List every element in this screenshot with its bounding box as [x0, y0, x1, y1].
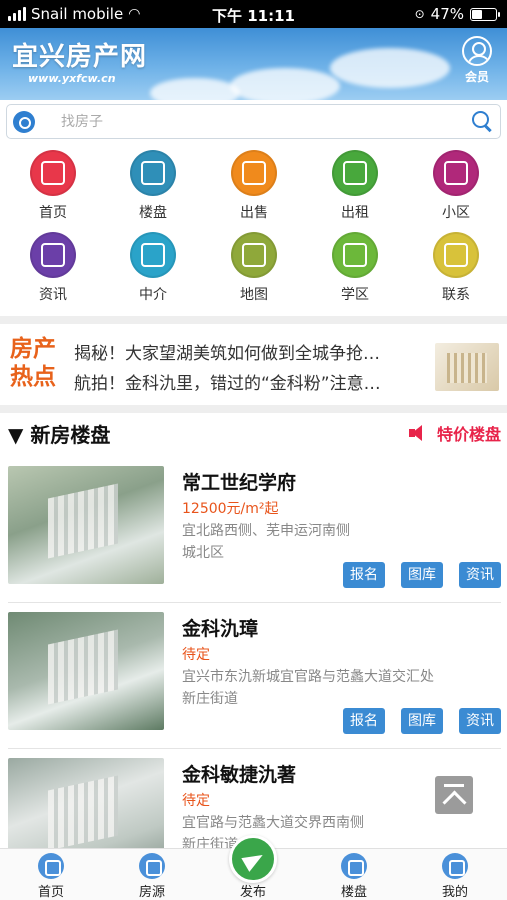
headline-link[interactable]: 揭秘！大家望湖美筑如何做到全城争抢…	[74, 339, 426, 364]
gallery-button[interactable]: 图库	[401, 708, 443, 734]
category-label: 出租	[341, 205, 369, 221]
tab-home[interactable]: 首页	[11, 853, 91, 900]
tab-label: 房源	[138, 885, 165, 900]
listing-actions: 报名图库资讯	[343, 708, 501, 734]
site-url: www.yxfcw.cn	[28, 72, 116, 85]
listing-address: 宜兴市东氿新城宜官路与范蠡大道交汇处	[182, 669, 434, 685]
divider	[8, 748, 501, 749]
divider	[0, 405, 507, 413]
category-10[interactable]: 联系	[416, 232, 496, 304]
building-icon	[130, 150, 176, 196]
category-1[interactable]: 首页	[13, 150, 93, 222]
listing-name[interactable]: 金科氿璋	[182, 614, 258, 641]
community-icon	[433, 150, 479, 196]
hot-news-tag: 房产热点	[10, 336, 56, 390]
listing-photo[interactable]	[8, 612, 164, 730]
tab-buildings[interactable]: 楼盘	[314, 853, 394, 900]
category-2[interactable]: 楼盘	[113, 150, 193, 222]
search-icon[interactable]	[472, 111, 492, 131]
category-label: 中介	[139, 287, 167, 303]
divider	[8, 602, 501, 603]
listing-actions: 报名图库资讯	[343, 562, 501, 588]
school-icon	[332, 232, 378, 278]
category-7[interactable]: 中介	[113, 232, 193, 304]
category-9[interactable]: 学区	[315, 232, 395, 304]
category-label: 出售	[240, 205, 268, 221]
news-button[interactable]: 资讯	[459, 708, 501, 734]
listing-district: 城北区	[182, 545, 224, 561]
hot-news: 房产热点 揭秘！大家望湖美筑如何做到全城争抢… 航拍！金科氿里，错过的“金科粉”…	[0, 325, 507, 405]
site-logo[interactable]: 宜兴房产网	[12, 36, 147, 73]
publish-label: 发布	[239, 885, 266, 900]
listing-address: 宜官路与范蠡大道交界西南侧	[182, 815, 364, 831]
category-5[interactable]: 小区	[416, 150, 496, 222]
news-button[interactable]: 资讯	[459, 562, 501, 588]
map-pin-icon	[231, 232, 277, 278]
listing-name[interactable]: 常工世纪学府	[182, 468, 296, 495]
tie-icon	[130, 232, 176, 278]
speaker-icon	[408, 425, 423, 441]
book-icon	[30, 232, 76, 278]
listing-price: 12500元/m²起	[182, 501, 279, 517]
orientation-lock-icon: ⊙	[414, 7, 425, 21]
search-bar	[6, 104, 501, 139]
profile-icon	[442, 853, 468, 879]
listing-district: 新庄街道	[182, 691, 238, 707]
listing-name[interactable]: 金科敏捷氿著	[182, 760, 296, 787]
tab-label: 楼盘	[340, 885, 367, 900]
signup-button[interactable]: 报名	[343, 708, 385, 734]
key-icon	[332, 150, 378, 196]
category-grid: 首页 楼盘 出售 出租 小区资讯 中介 地图 学区 联系	[0, 150, 507, 315]
search-input[interactable]	[61, 111, 451, 133]
headline-link[interactable]: 航拍！金科氿里，错过的“金科粉”注意…	[74, 369, 426, 394]
section-header: ▼ 新房楼盘 特价楼盘	[0, 413, 507, 453]
category-label: 首页	[39, 205, 67, 221]
listing-card[interactable]: 常工世纪学府 12500元/m²起宜北路西侧、芜申运河南侧 城北区报名 图库 资讯	[0, 466, 507, 612]
signup-button[interactable]: 报名	[343, 562, 385, 588]
news-thumbnail[interactable]	[435, 343, 499, 391]
divider	[0, 316, 507, 324]
category-label: 小区	[442, 205, 470, 221]
category-label: 地图	[240, 287, 268, 303]
gallery-button[interactable]: 图库	[401, 562, 443, 588]
battery-percent: 47%	[430, 5, 464, 23]
home-icon	[38, 853, 64, 879]
app-header: 宜兴房产网 www.yxfcw.cn 会员	[0, 28, 507, 100]
listing-photo[interactable]	[8, 466, 164, 584]
section-title: ▼ 新房楼盘	[8, 423, 111, 447]
listing-price: 待定	[182, 647, 210, 663]
tab-listings[interactable]: 房源	[112, 853, 192, 900]
category-3[interactable]: 出售	[214, 150, 294, 222]
listing-price: 待定	[182, 793, 210, 809]
category-6[interactable]: 资讯	[13, 232, 93, 304]
category-label: 学区	[341, 287, 369, 303]
tab-mine[interactable]: 我的	[415, 853, 495, 900]
sell-icon	[231, 150, 277, 196]
bottom-tab-bar: 首页 房源 发布 楼盘 我的	[0, 835, 507, 900]
home-icon	[30, 150, 76, 196]
battery-icon	[470, 7, 500, 21]
member-label: 会员	[464, 70, 489, 84]
user-avatar-icon	[462, 36, 492, 66]
back-to-top-button[interactable]	[435, 776, 473, 814]
member-button[interactable]: 会员	[459, 36, 495, 85]
category-label: 资讯	[39, 287, 67, 303]
category-label: 联系	[442, 287, 470, 303]
listing-address: 宜北路西侧、芜申运河南侧	[182, 523, 350, 539]
category-4[interactable]: 出租	[315, 150, 395, 222]
building-icon	[341, 853, 367, 879]
special-offers-link[interactable]: 特价楼盘	[408, 421, 501, 445]
special-offers-label: 特价楼盘	[436, 425, 501, 444]
status-bar: Snail mobile ◠ 下午 11:11 ⊙ 47%	[0, 0, 507, 28]
listing-card[interactable]: 金科氿璋待定宜兴市东氿新城宜官路与范蠡大道交汇处 新庄街道报名 图库 资讯	[0, 612, 507, 758]
category-8[interactable]: 地图	[214, 232, 294, 304]
tab-label: 首页	[37, 885, 64, 900]
contact-icon	[433, 232, 479, 278]
publish-button[interactable]	[229, 835, 277, 883]
search-logo-icon	[13, 111, 35, 133]
tab-label: 我的	[441, 885, 468, 900]
category-label: 楼盘	[139, 205, 167, 221]
house-source-icon	[139, 853, 165, 879]
